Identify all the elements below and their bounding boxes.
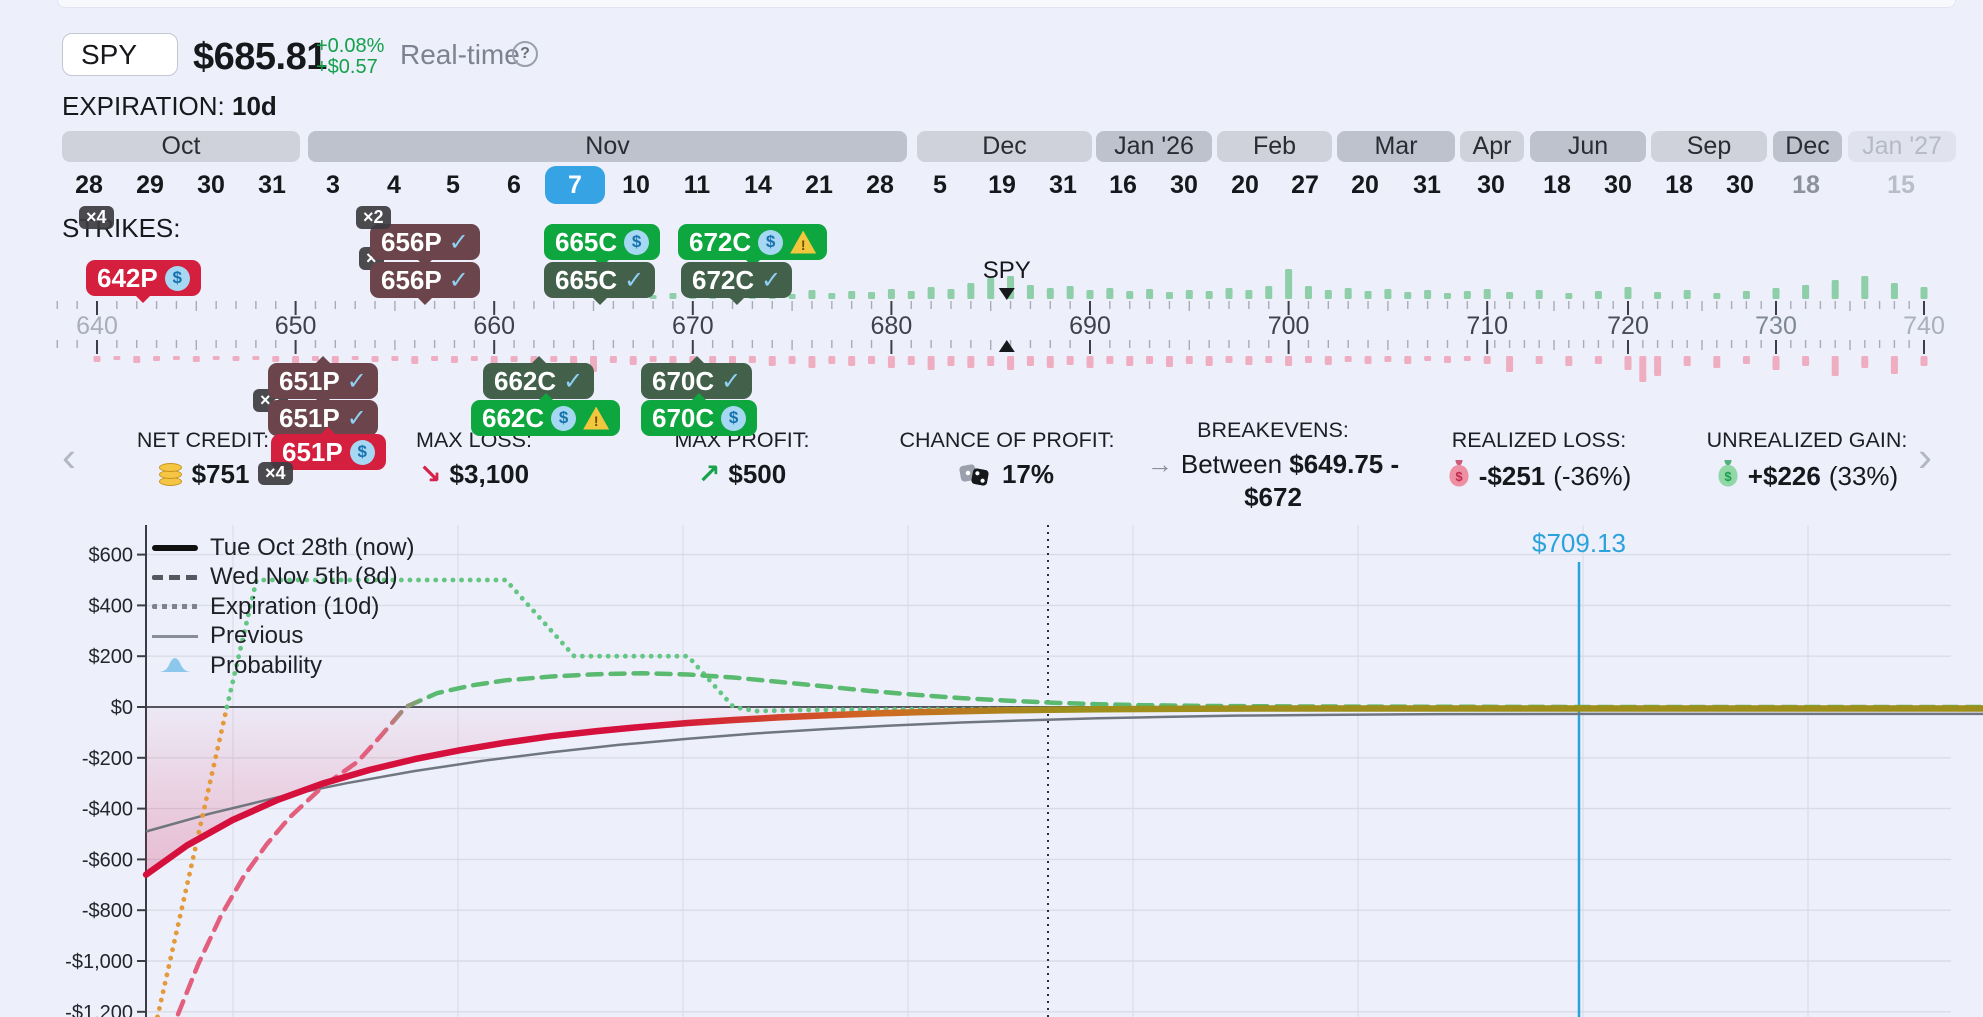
- check-icon: ✓: [347, 367, 367, 396]
- check-icon: ✓: [563, 367, 583, 396]
- badge-pointer: [538, 393, 554, 401]
- badge-pointer: [689, 356, 705, 364]
- legend-item-previous[interactable]: Previous: [152, 622, 415, 652]
- check-icon: ✓: [449, 266, 469, 295]
- legend-item-now[interactable]: Tue Oct 28th (now): [152, 533, 415, 563]
- check-icon: ✓: [449, 228, 469, 257]
- badge-pointer: [315, 393, 331, 401]
- badge-pointer: [320, 427, 336, 435]
- strike-badge-665c[interactable]: 665C✓: [544, 262, 655, 298]
- strike-badge-label: 651P: [279, 366, 340, 397]
- svg-text:650: 650: [275, 312, 317, 340]
- badge-pointer: [592, 297, 608, 305]
- loss-shading: [146, 707, 1983, 875]
- thin-line-icon: [152, 635, 198, 638]
- options-strategy-app: $685.81 +0.08% +$0.57 Real-time ? EXPIRA…: [0, 0, 1983, 1017]
- strike-badge-672c[interactable]: 672C✓: [681, 262, 792, 298]
- badge-pointer: [729, 297, 745, 305]
- quantity-multiplier-badge: ×4: [79, 206, 114, 229]
- strike-badge-662c[interactable]: 662C $!: [471, 400, 620, 436]
- dollar-coin-icon: $: [758, 230, 783, 255]
- svg-text:$600: $600: [89, 545, 134, 567]
- dollar-coin-icon: $: [721, 406, 746, 431]
- dollar-coin-icon: $: [624, 230, 649, 255]
- quantity-multiplier-badge: ×2: [356, 206, 391, 229]
- badge-pointer: [417, 297, 433, 305]
- legend-item-mid[interactable]: Wed Nov 5th (8d): [152, 563, 415, 593]
- spy-marker-up-icon: [999, 340, 1015, 352]
- strike-badge-656p[interactable]: 656P✓: [370, 262, 480, 298]
- strike-badge-665c[interactable]: 665C $: [544, 224, 660, 260]
- strike-badge-label: 662C: [494, 366, 556, 397]
- strike-badge-label: 642P: [97, 263, 158, 294]
- thick-line-icon: [152, 545, 198, 551]
- svg-text:660: 660: [473, 312, 515, 340]
- warning-icon: !: [583, 407, 609, 430]
- svg-text:$200: $200: [89, 646, 134, 668]
- badge-pointer: [691, 393, 707, 401]
- strike-badge-label: 672C: [692, 265, 754, 296]
- strike-badge-label: 665C: [555, 265, 617, 296]
- expiration-curve-gain: [227, 580, 1983, 711]
- svg-text:730: 730: [1755, 312, 1797, 340]
- svg-text:720: 720: [1607, 312, 1649, 340]
- check-icon: ✓: [721, 367, 741, 396]
- legend-item-expiration[interactable]: Expiration (10d): [152, 592, 415, 622]
- chart-legend: Tue Oct 28th (now) Wed Nov 5th (8d) Expi…: [152, 533, 415, 681]
- strike-badge-642p[interactable]: 642P $: [86, 260, 201, 296]
- dotted-line-icon: [152, 604, 198, 609]
- svg-text:-$1,000: -$1,000: [65, 951, 133, 973]
- svg-text:680: 680: [871, 312, 913, 340]
- strike-badge-656p[interactable]: 656P✓: [370, 224, 480, 260]
- svg-text:700: 700: [1268, 312, 1310, 340]
- strike-badge-672c[interactable]: 672C $!: [678, 224, 827, 260]
- check-icon: ✓: [624, 266, 644, 295]
- strike-badge-label: 662C: [482, 403, 544, 434]
- strike-badge-670c[interactable]: 670C $: [641, 400, 757, 436]
- check-icon: ✓: [761, 266, 781, 295]
- badge-pointer: [531, 356, 547, 364]
- svg-text:-$400: -$400: [82, 799, 133, 821]
- badge-pointer: [315, 356, 331, 364]
- spy-marker-label: SPY: [983, 257, 1031, 284]
- quantity-multiplier-badge: ×4: [258, 462, 293, 485]
- strike-badge-label: 665C: [555, 227, 617, 258]
- legend-item-probability[interactable]: Probability: [152, 651, 415, 681]
- svg-text:-$800: -$800: [82, 900, 133, 922]
- svg-text:$400: $400: [89, 595, 134, 617]
- dollar-coin-icon: $: [551, 406, 576, 431]
- svg-text:670: 670: [672, 312, 714, 340]
- svg-text:740: 740: [1903, 312, 1945, 340]
- dashed-line-icon: [152, 575, 198, 580]
- svg-text:-$1,200: -$1,200: [65, 1002, 133, 1017]
- profit-loss-chart[interactable]: 640 650 660 670 680 690 700 710 720 730 740 SPY $600…: [0, 0, 1983, 1017]
- strike-badge-label: 656P: [381, 227, 442, 258]
- strike-badge-label: 672C: [689, 227, 751, 258]
- svg-text:640: 640: [76, 312, 118, 340]
- svg-text:-$600: -$600: [82, 849, 133, 871]
- badge-pointer: [135, 295, 151, 303]
- strike-badge-label: 670C: [652, 366, 714, 397]
- warning-icon: !: [790, 231, 816, 254]
- strike-badge-label: 670C: [652, 403, 714, 434]
- svg-text:$0: $0: [111, 697, 133, 719]
- sd-price-label: $709.13: [1532, 528, 1626, 558]
- svg-text:690: 690: [1069, 312, 1111, 340]
- dollar-coin-icon: $: [165, 266, 190, 291]
- svg-text:-$200: -$200: [82, 748, 133, 770]
- check-icon: ✓: [347, 404, 367, 433]
- probability-bell-icon: [152, 658, 198, 673]
- strike-badge-label: 656P: [381, 265, 442, 296]
- svg-text:710: 710: [1466, 312, 1508, 340]
- dollar-coin-icon: $: [350, 440, 375, 465]
